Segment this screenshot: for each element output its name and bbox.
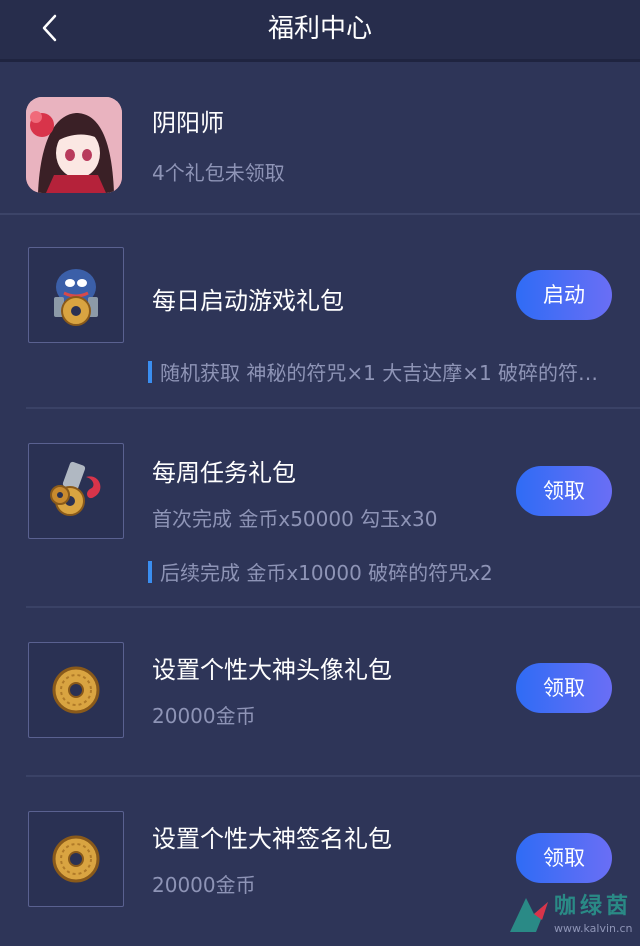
gift-title: 每周任务礼包 xyxy=(152,459,296,487)
claim-button[interactable]: 领取 xyxy=(516,663,612,713)
note-accent-bar xyxy=(148,561,152,583)
gift-item-daily-launch: 每日启动游戏礼包 启动 随机获取 神秘的符咒×1 大吉达摩×1 破碎的符咒×1 xyxy=(0,217,640,409)
gold-coin-icon xyxy=(28,642,124,738)
gift-subtitle: 首次完成 金币x50000 勾玉x30 xyxy=(152,507,438,531)
claim-button[interactable]: 领取 xyxy=(516,466,612,516)
gold-coin-icon xyxy=(28,811,124,907)
claim-button[interactable]: 领取 xyxy=(516,833,612,883)
launch-button[interactable]: 启动 xyxy=(516,270,612,320)
page-title: 福利中心 xyxy=(267,14,372,44)
gift-item-avatar: 设置个性大神头像礼包 20000金币 领取 xyxy=(0,608,640,777)
top-bar: 福利中心 xyxy=(0,0,640,62)
gift-note: 随机获取 神秘的符咒×1 大吉达摩×1 破碎的符咒×1 xyxy=(148,357,618,386)
gift-note-text: 后续完成 金币x10000 破碎的符咒x2 xyxy=(160,561,493,585)
game-name: 阴阳师 xyxy=(152,109,224,137)
daruma-coin-icon xyxy=(28,247,124,343)
coins-magatama-icon xyxy=(28,443,124,539)
watermark: 咖绿茵 www.kalvin.cn xyxy=(506,886,634,944)
game-gift-status: 4个礼包未领取 xyxy=(152,161,285,185)
watermark-text: 咖绿茵 xyxy=(554,894,633,919)
gift-title: 设置个性大神头像礼包 xyxy=(152,656,392,684)
game-icon[interactable] xyxy=(26,97,122,193)
gift-title: 设置个性大神签名礼包 xyxy=(152,825,392,853)
note-accent-bar xyxy=(148,361,152,383)
gift-note: 后续完成 金币x10000 破碎的符咒x2 xyxy=(148,557,618,586)
gift-note-text: 随机获取 神秘的符咒×1 大吉达摩×1 破碎的符咒×1 xyxy=(160,361,618,385)
watermark-url: www.kalvin.cn xyxy=(554,922,633,935)
gift-subtitle: 20000金币 xyxy=(152,704,256,728)
chevron-left-icon xyxy=(42,14,57,42)
gift-title: 每日启动游戏礼包 xyxy=(152,287,344,315)
gift-subtitle: 20000金币 xyxy=(152,873,256,897)
back-button[interactable] xyxy=(30,8,70,48)
game-header: 阴阳师 4个礼包未领取 xyxy=(0,65,640,215)
watermark-logo-icon xyxy=(510,898,548,932)
gift-item-weekly-task: 每周任务礼包 首次完成 金币x50000 勾玉x30 领取 后续完成 金币x10… xyxy=(0,409,640,608)
